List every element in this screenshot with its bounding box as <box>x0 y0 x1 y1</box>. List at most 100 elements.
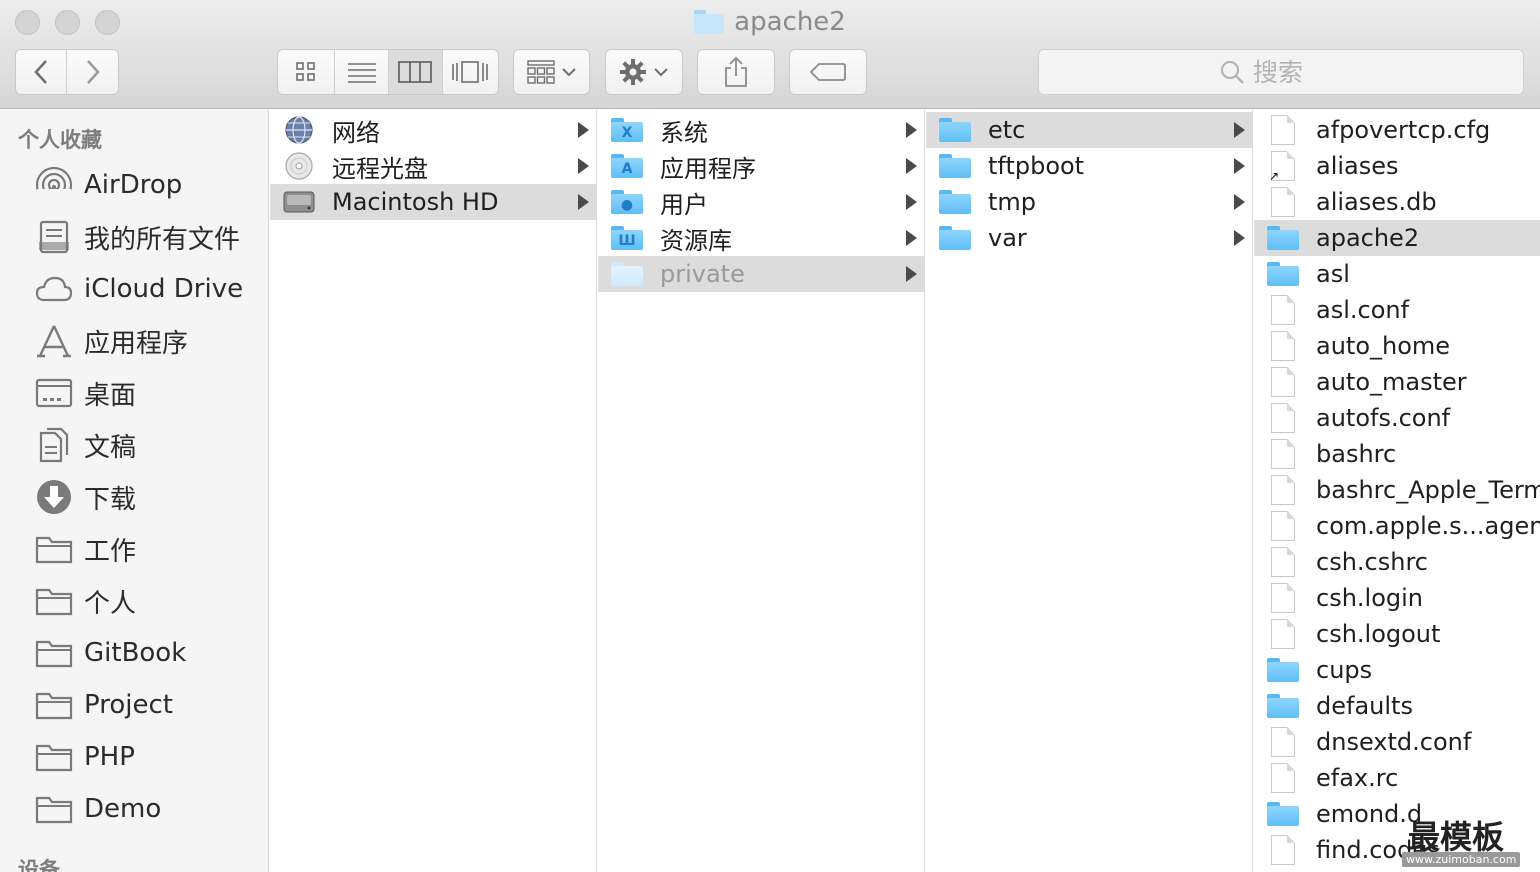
column-item-var[interactable]: var <box>926 220 1252 256</box>
document-icon <box>1266 115 1300 145</box>
sidebar-item-label: 个人 <box>84 588 137 619</box>
airdrop-icon <box>34 165 74 205</box>
folder-icon <box>938 187 972 217</box>
share-button[interactable] <box>697 49 775 95</box>
folder-icon <box>938 151 972 181</box>
folder-icon <box>34 581 74 621</box>
column-item-name: dnsextd.conf <box>1316 728 1472 756</box>
nav-buttons <box>15 49 119 95</box>
sidebar-item-label: Demo <box>84 794 162 824</box>
column-view-button[interactable] <box>389 50 443 94</box>
column-item-name: csh.logout <box>1316 620 1441 648</box>
column-item-name: asl <box>1316 260 1350 288</box>
alias-document-icon: ↗ <box>1266 151 1300 183</box>
window-toolbar: apache2 <box>0 0 1540 109</box>
column-item-file[interactable]: efax.rc <box>1254 760 1540 796</box>
disclosure-arrow-icon <box>906 122 917 138</box>
column-item-network[interactable]: 网络 <box>270 112 596 148</box>
column-item-file[interactable]: autofs.conf <box>1254 400 1540 436</box>
sidebar-item-demo[interactable]: Demo <box>34 787 264 831</box>
sidebar-item-php[interactable]: PHP <box>34 735 264 779</box>
browser-column-2: X 系统 A 应用程序 ● 用户 Ш 资源库 private <box>598 110 925 872</box>
browser-column-3: etc tftpboot tmp var <box>926 110 1253 872</box>
arrange-grid-icon <box>526 60 555 84</box>
column-item-tmp[interactable]: tmp <box>926 184 1252 220</box>
arrange-button[interactable] <box>513 49 590 95</box>
column-item-folder[interactable]: apache2 <box>1254 220 1540 256</box>
folder-icon <box>1266 655 1300 685</box>
document-icon <box>1266 763 1300 793</box>
column-item-file[interactable]: csh.logout <box>1254 616 1540 652</box>
column-item-etc[interactable]: etc <box>926 112 1252 148</box>
sidebar-item-applications[interactable]: 应用程序 <box>34 319 264 363</box>
sidebar-item-all-files[interactable]: 我的所有文件 <box>34 215 264 259</box>
sidebar-item-downloads[interactable]: 下载 <box>34 475 264 519</box>
column-item-file[interactable]: csh.login <box>1254 580 1540 616</box>
column-item-folder[interactable]: asl <box>1254 256 1540 292</box>
column-item-library[interactable]: Ш 资源库 <box>598 220 924 256</box>
column-item-file[interactable]: aliases.db <box>1254 184 1540 220</box>
column-item-name: defaults <box>1316 692 1413 720</box>
column-item-name: csh.login <box>1316 584 1424 612</box>
document-icon <box>1266 835 1300 865</box>
column-item-file[interactable]: bashrc <box>1254 436 1540 472</box>
sidebar-item-airdrop[interactable]: AirDrop <box>34 163 264 207</box>
column-item-name: asl.conf <box>1316 296 1410 324</box>
column-item-file[interactable]: afpovertcp.cfg <box>1254 112 1540 148</box>
all-files-icon <box>34 217 74 257</box>
sidebar-item-label: 我的所有文件 <box>84 224 241 255</box>
sidebar-item-project[interactable]: Project <box>34 683 264 727</box>
column-item-file[interactable]: asl.conf <box>1254 292 1540 328</box>
column-item-private[interactable]: private <box>598 256 924 292</box>
columns-icon <box>398 61 433 83</box>
list-view-button[interactable] <box>335 50 389 94</box>
sidebar-item-personal[interactable]: 个人 <box>34 579 264 623</box>
watermark-url: www.zuimoban.com <box>1402 852 1521 867</box>
list-icon <box>347 63 376 83</box>
tags-button[interactable] <box>789 49 867 95</box>
column-item-file[interactable]: auto_master <box>1254 364 1540 400</box>
search-input[interactable] <box>1253 57 1343 87</box>
view-mode-control <box>277 49 499 95</box>
disclosure-arrow-icon <box>1234 230 1245 246</box>
folder-icon <box>1266 223 1300 253</box>
column-item-file[interactable]: csh.cshrc <box>1254 544 1540 580</box>
column-item-file[interactable]: dnsextd.conf <box>1254 724 1540 760</box>
sidebar-item-label: 桌面 <box>84 380 137 411</box>
disclosure-arrow-icon <box>1234 158 1245 174</box>
sidebar-item-label: 文稿 <box>84 432 137 463</box>
sidebar: 个人收藏 AirDrop 我的所有文件 iCloud Drive 应用程序 桌面 <box>0 110 269 872</box>
sidebar-item-documents[interactable]: 文稿 <box>34 423 264 467</box>
column-item-name: 网络 <box>332 118 380 147</box>
column-item-file[interactable]: com.apple.s...agent. <box>1254 508 1540 544</box>
back-button[interactable] <box>16 50 68 94</box>
column-item-macintosh-hd[interactable]: Macintosh HD <box>270 184 596 220</box>
remote-disc-icon <box>282 151 316 181</box>
sidebar-item-work[interactable]: 工作 <box>34 527 264 571</box>
column-item-users[interactable]: ● 用户 <box>598 184 924 220</box>
sidebar-item-label: PHP <box>84 742 135 772</box>
document-icon <box>1266 403 1300 433</box>
sidebar-item-icloud-drive[interactable]: iCloud Drive <box>34 267 264 311</box>
chevron-right-icon <box>86 60 100 84</box>
sidebar-item-desktop[interactable]: 桌面 <box>34 371 264 415</box>
column-item-tftpboot[interactable]: tftpboot <box>926 148 1252 184</box>
column-item-file[interactable]: auto_home <box>1254 328 1540 364</box>
cover-flow-button[interactable] <box>443 50 498 94</box>
column-item-remote-disc[interactable]: 远程光盘 <box>270 148 596 184</box>
column-item-file[interactable]: ↗ aliases <box>1254 148 1540 184</box>
sidebar-item-gitbook[interactable]: GitBook <box>34 631 264 675</box>
column-item-file[interactable]: bashrc_Apple_Termi <box>1254 472 1540 508</box>
column-item-system[interactable]: X 系统 <box>598 112 924 148</box>
column-item-applications[interactable]: A 应用程序 <box>598 148 924 184</box>
column-item-name: private <box>660 260 745 288</box>
forward-button[interactable] <box>67 50 118 94</box>
column-item-folder[interactable]: cups <box>1254 652 1540 688</box>
column-item-name: cups <box>1316 656 1373 684</box>
action-button[interactable] <box>605 49 683 95</box>
icon-view-button[interactable] <box>278 50 336 94</box>
column-item-folder[interactable]: defaults <box>1254 688 1540 724</box>
document-icon <box>1266 511 1300 541</box>
search-icon <box>1221 61 1244 84</box>
search-field[interactable] <box>1038 49 1524 95</box>
